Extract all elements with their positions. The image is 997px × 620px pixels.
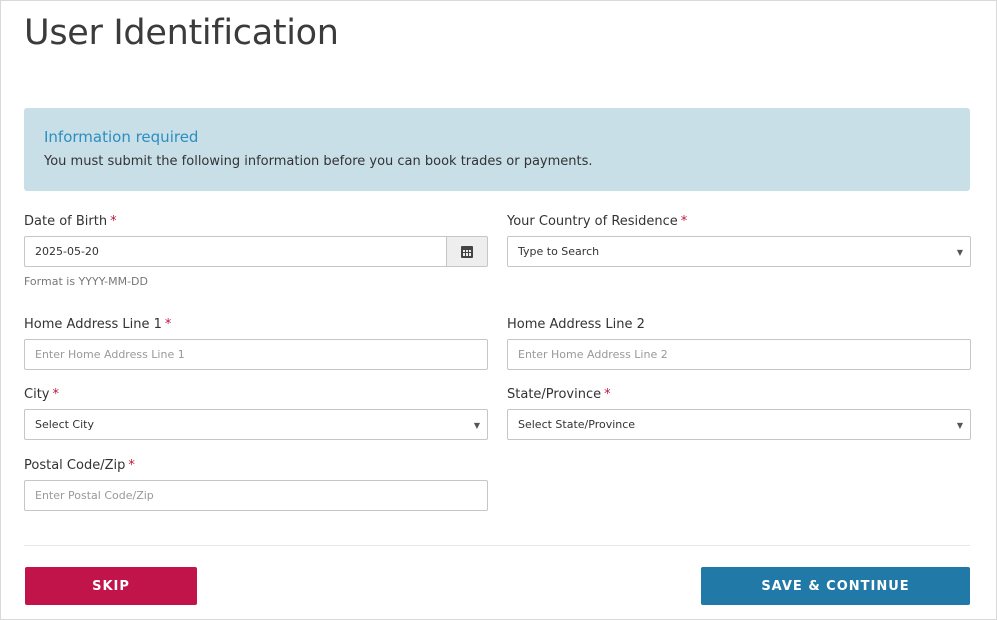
required-marker: * (52, 387, 59, 402)
state-label-text: State/Province (507, 387, 602, 402)
chevron-down-icon: ▼ (956, 421, 963, 430)
calendar-button[interactable] (446, 236, 488, 267)
save-continue-button[interactable]: SAVE & CONTINUE (701, 567, 970, 605)
date-of-birth-label: Date of Birth * (24, 214, 117, 229)
date-of-birth-label-text: Date of Birth (24, 214, 108, 229)
country-select[interactable]: Type to Search ▼ (507, 236, 971, 267)
date-of-birth-group: 2025-05-20 (24, 236, 488, 267)
state-select[interactable]: Select State/Province ▼ (507, 409, 971, 440)
calendar-icon (461, 245, 473, 258)
required-marker: * (110, 214, 117, 229)
address1-label: Home Address Line 1 * (24, 317, 171, 332)
country-label: Your Country of Residence * (507, 214, 687, 229)
postal-code-input[interactable]: Enter Postal Code/Zip (24, 480, 488, 511)
address2-label-text: Home Address Line 2 (507, 317, 645, 332)
city-label: City * (24, 387, 59, 402)
required-marker: * (680, 214, 688, 229)
city-select[interactable]: Select City ▼ (24, 409, 488, 440)
city-select-value: Select City (35, 418, 94, 431)
country-label-text: Your Country of Residence (507, 214, 678, 229)
address2-input[interactable]: Enter Home Address Line 2 (507, 339, 971, 370)
postal-label-text: Postal Code/Zip (24, 458, 126, 473)
address1-input[interactable]: Enter Home Address Line 1 (24, 339, 488, 370)
postal-label: Postal Code/Zip * (24, 458, 135, 473)
chevron-down-icon: ▼ (956, 248, 963, 257)
chevron-down-icon: ▼ (473, 421, 480, 430)
date-format-help: Format is YYYY-MM-DD (24, 275, 148, 288)
required-marker: * (164, 317, 172, 332)
address1-label-text: Home Address Line 1 (24, 317, 162, 332)
required-marker: * (128, 458, 135, 473)
page-title: User Identification (24, 13, 339, 53)
alert-title: Information required (44, 128, 199, 146)
user-identification-panel: User Identification Information required… (0, 0, 997, 620)
footer-divider (24, 545, 970, 546)
country-select-value: Type to Search (518, 245, 600, 258)
state-label: State/Province * (507, 387, 611, 402)
skip-button[interactable]: SKIP (25, 567, 197, 605)
alert-message: You must submit the following informatio… (44, 154, 593, 169)
address2-label: Home Address Line 2 (507, 317, 645, 332)
info-alert: Information required You must submit the… (24, 108, 970, 191)
city-label-text: City (24, 387, 50, 402)
date-of-birth-input[interactable]: 2025-05-20 (24, 236, 447, 267)
required-marker: * (604, 387, 611, 402)
state-select-value: Select State/Province (518, 418, 636, 431)
